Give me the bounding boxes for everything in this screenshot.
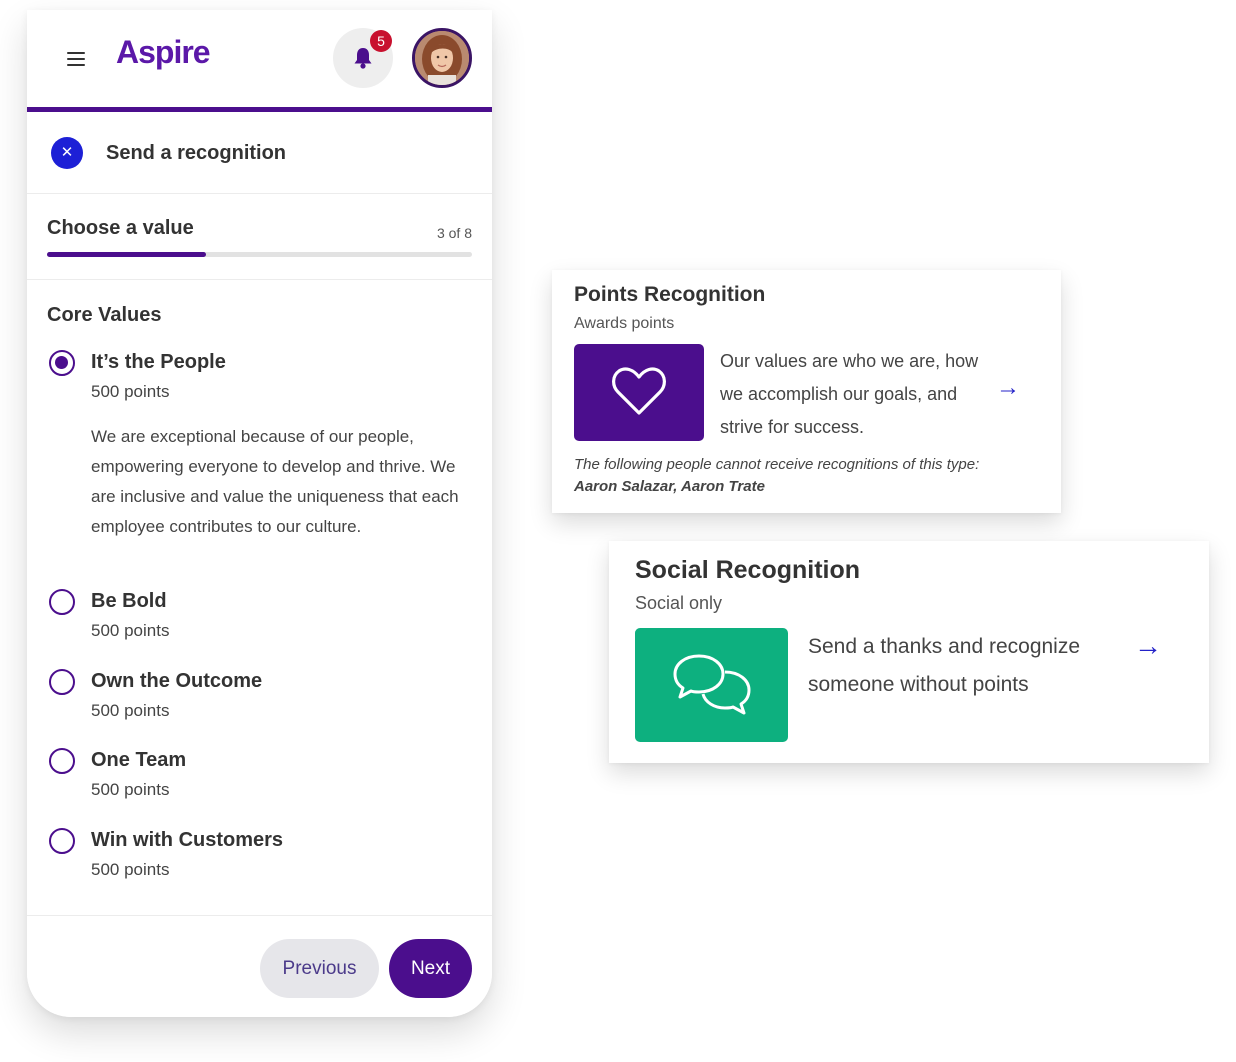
step-progress-track [47, 252, 472, 257]
value-title: One Team [91, 749, 187, 771]
card-title: Social Recognition [635, 556, 861, 584]
step-title: Choose a value [47, 217, 194, 239]
value-title: It’s the People [91, 351, 226, 373]
hamburger-menu-icon[interactable] [67, 51, 85, 67]
step-counter: 3 of 8 [436, 225, 472, 241]
chat-bubbles-icon [635, 628, 788, 742]
ineligible-note: The following people cannot receive reco… [574, 454, 994, 498]
arrow-right-icon[interactable]: → [1134, 630, 1162, 662]
bell-icon [354, 48, 372, 69]
arrow-right-icon[interactable]: → [996, 374, 1020, 402]
value-points: 500 points [91, 621, 170, 640]
user-avatar[interactable] [412, 28, 472, 88]
value-radio[interactable] [49, 589, 75, 615]
value-points: 500 points [91, 701, 170, 720]
top-bar: Aspire 5 [27, 10, 492, 110]
social-recognition-card[interactable]: Social Recognition Social only Send a th… [609, 541, 1209, 763]
value-points: 500 points [91, 860, 170, 879]
aspire-logo: Aspire [116, 34, 211, 70]
step-header: Choose a value 3 of 8 [27, 194, 492, 280]
value-radio[interactable] [49, 669, 75, 695]
value-radio-selected[interactable] [49, 350, 75, 376]
value-radio[interactable] [49, 828, 75, 854]
ineligible-names: Aaron Salazar, Aaron Trate [574, 478, 765, 495]
card-description: Our values are who we are, how we accomp… [720, 351, 979, 437]
value-title: Be Bold [91, 590, 167, 612]
heart-icon [574, 344, 704, 441]
points-recognition-card[interactable]: Points Recognition Awards points Our val… [552, 270, 1061, 513]
value-title: Win with Customers [91, 829, 284, 851]
card-description: Send a thanks and recognize someone with… [808, 635, 1081, 696]
card-subtitle: Awards points [574, 315, 675, 332]
ineligible-note-text: The following people cannot receive reco… [574, 456, 980, 473]
wizard-footer: Previous Next [27, 915, 492, 1017]
flow-title: Send a recognition [106, 142, 287, 164]
card-title: Points Recognition [574, 283, 766, 306]
value-radio[interactable] [49, 748, 75, 774]
next-button[interactable]: Next [389, 939, 472, 998]
card-subtitle: Social only [635, 593, 723, 613]
avatar-photo [415, 31, 469, 85]
step-progress-fill [47, 252, 207, 257]
flow-header: ✕ Send a recognition [27, 112, 492, 194]
value-title: Own the Outcome [91, 670, 263, 692]
close-icon[interactable]: ✕ [51, 137, 83, 169]
value-description: We are exceptional because of our people… [91, 427, 459, 536]
notification-count-badge: 5 [370, 30, 392, 52]
previous-button[interactable]: Previous [260, 939, 379, 998]
core-values-heading: Core Values [47, 304, 162, 326]
recognition-panel: Aspire 5 ✕ Send a recognition Choose a v… [27, 10, 492, 1017]
value-points: 500 points [91, 780, 170, 799]
value-points: 500 points [91, 382, 170, 401]
